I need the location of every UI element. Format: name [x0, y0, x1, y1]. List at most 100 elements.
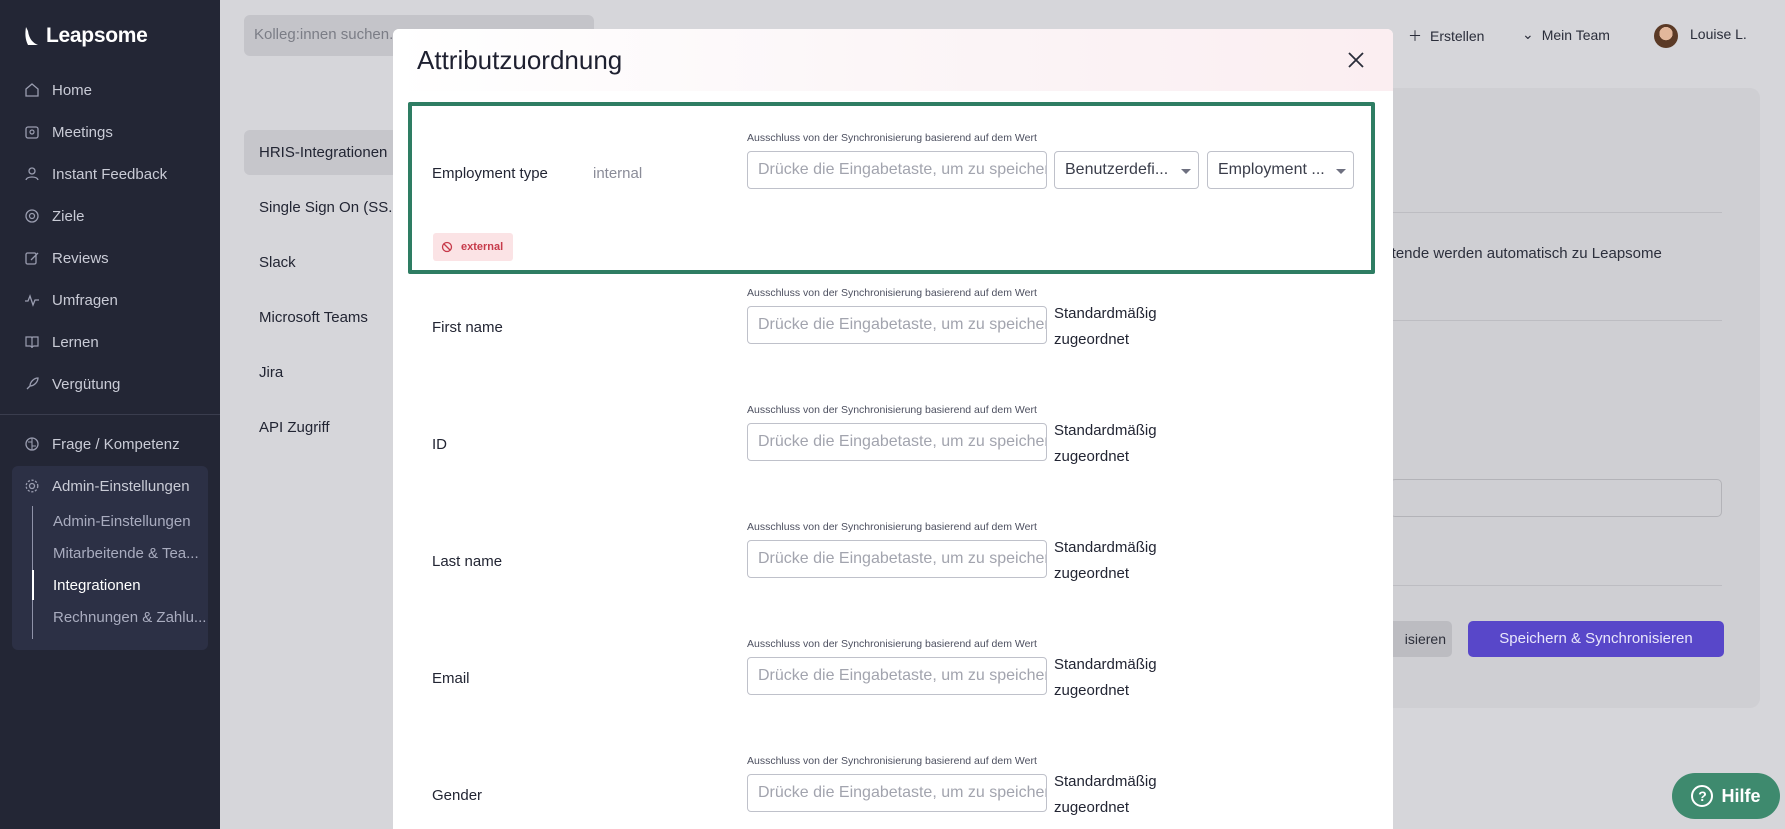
brain-icon — [25, 437, 39, 451]
submenu-active-indicator — [32, 570, 34, 600]
attribute-name: Email — [432, 670, 470, 687]
save-and-sync-button[interactable]: Speichern & Synchronisieren — [1468, 621, 1724, 657]
divider — [1390, 320, 1722, 321]
sidebar-item-home[interactable]: Home — [24, 78, 92, 102]
subnav-mitarbeitende-teams[interactable]: Mitarbeitende & Tea... — [53, 545, 207, 562]
default-mapped-text: Standardmäßig zugeordnet — [1054, 535, 1157, 587]
feedback-icon — [25, 167, 39, 181]
tab-api-zugriff[interactable]: API Zugriff — [259, 419, 330, 436]
gear-icon — [25, 479, 39, 493]
exclude-label: Ausschluss von der Synchronisierung basi… — [747, 756, 1037, 767]
select-value: Benutzerdefi... — [1065, 161, 1169, 178]
tab-single-sign-on[interactable]: Single Sign On (SS... — [259, 199, 401, 216]
sidebar-item-verguetung[interactable]: Vergütung — [24, 372, 120, 396]
exclude-value-input[interactable]: Drücke die Eingabetaste, um zu speichern — [747, 151, 1047, 189]
subnav-admin-einstellungen[interactable]: Admin-Einstellungen — [53, 513, 207, 530]
sidebar-item-label: Reviews — [52, 249, 109, 267]
sidebar: Leapsome Home Meetings Instant Feedback … — [0, 0, 220, 829]
default-mapped-text: Standardmäßig zugeordnet — [1054, 301, 1157, 353]
question-icon: ? — [1691, 785, 1714, 807]
default-mapped-line1: Standardmäßig — [1054, 539, 1157, 556]
sidebar-item-label: Vergütung — [52, 375, 121, 393]
exclude-value-input[interactable]: Drücke die Eingabetaste, um zu speichern — [747, 423, 1047, 461]
exclude-label: Ausschluss von der Synchronisierung basi… — [747, 288, 1037, 299]
sidebar-item-instant-feedback[interactable]: Instant Feedback — [24, 162, 167, 186]
sidebar-item-ziele[interactable]: Ziele — [24, 204, 85, 228]
tab-jira[interactable]: Jira — [259, 364, 283, 381]
caret-down-icon — [1336, 169, 1346, 174]
modal-header: Attributzuordnung — [393, 29, 1393, 91]
caret-down-icon — [1181, 169, 1191, 174]
sidebar-item-label: Umfragen — [52, 291, 118, 309]
leapsome-logo-icon — [25, 27, 38, 45]
sidebar-item-label: Lernen — [52, 333, 99, 351]
my-team-button[interactable]: ⌄ Mein Team — [1522, 26, 1610, 43]
attribute-mapping-modal: Attributzuordnung Employment type intern… — [393, 29, 1393, 829]
default-mapped-text: Standardmäßig zugeordnet — [1054, 769, 1157, 821]
sidebar-item-label: Ziele — [52, 207, 85, 225]
sidebar-item-umfragen[interactable]: Umfragen — [24, 288, 118, 312]
attribute-name: First name — [432, 319, 503, 336]
help-label: Hilfe — [1721, 785, 1761, 806]
sidebar-divider — [0, 414, 220, 415]
attribute-value: internal — [593, 165, 643, 182]
exclude-value-input[interactable]: Drücke die Eingabetaste, um zu speichern — [747, 657, 1047, 695]
my-team-label: Mein Team — [1541, 26, 1610, 43]
create-button[interactable]: ＋ Erstellen — [1408, 26, 1484, 46]
edit-icon — [25, 252, 39, 265]
create-label: Erstellen — [1430, 28, 1485, 44]
subnav-integrationen[interactable]: Integrationen — [53, 577, 207, 594]
attribute-name: Employment type — [432, 165, 548, 182]
default-mapped-line2: zugeordnet — [1054, 682, 1130, 699]
user-name[interactable]: Louise L. — [1690, 26, 1747, 42]
app-name: Leapsome — [46, 24, 148, 47]
sidebar-item-label: Frage / Kompetenz — [52, 435, 180, 453]
tab-slack[interactable]: Slack — [259, 254, 296, 271]
subnav-rechnungen-zahlungen[interactable]: Rechnungen & Zahlu... — [53, 609, 207, 626]
sidebar-item-meetings[interactable]: Meetings — [24, 120, 113, 144]
rocket-icon — [26, 377, 39, 390]
close-icon[interactable] — [1345, 49, 1367, 71]
sidebar-item-reviews[interactable]: Reviews — [24, 246, 109, 270]
attribute-name: Last name — [432, 553, 503, 570]
sidebar-item-label: Admin-Einstellungen — [52, 477, 190, 495]
default-mapped-line2: zugeordnet — [1054, 331, 1130, 348]
divider — [1390, 212, 1722, 213]
exclude-label: Ausschluss von der Synchronisierung basi… — [747, 522, 1037, 533]
pulse-icon — [25, 294, 39, 307]
home-icon — [25, 83, 39, 97]
sidebar-item-label: Meetings — [52, 123, 113, 141]
exclude-value-input[interactable]: Drücke die Eingabetaste, um zu speichern — [747, 540, 1047, 578]
default-mapped-line1: Standardmäßig — [1054, 422, 1157, 439]
sidebar-item-label: Home — [52, 81, 93, 99]
tab-microsoft-teams[interactable]: Microsoft Teams — [259, 309, 368, 326]
info-text: eitende werden automatisch zu Leapsome — [1380, 245, 1662, 262]
excluded-value-tag[interactable]: external — [433, 233, 513, 261]
chevron-down-icon: ⌄ — [1522, 26, 1534, 42]
exclude-value-input[interactable]: Drücke die Eingabetaste, um zu speichern — [747, 774, 1047, 812]
plus-icon: ＋ — [1408, 28, 1422, 44]
default-mapped-text: Standardmäßig zugeordnet — [1054, 652, 1157, 704]
exclude-label: Ausschluss von der Synchronisierung basi… — [747, 133, 1037, 144]
help-button[interactable]: ? Hilfe — [1672, 773, 1780, 819]
mapped-field-select[interactable]: Employment ... — [1207, 151, 1354, 189]
mapping-type-select[interactable]: Benutzerdefi... — [1054, 151, 1199, 189]
default-mapped-line1: Standardmäßig — [1054, 305, 1157, 322]
default-mapped-line2: zugeordnet — [1054, 799, 1130, 816]
exclude-label: Ausschluss von der Synchronisierung basi… — [747, 639, 1037, 650]
sidebar-item-lernen[interactable]: Lernen — [24, 330, 99, 354]
tab-hris-integrationen[interactable]: HRIS-Integrationen — [259, 144, 387, 161]
sidebar-item-label: Instant Feedback — [52, 165, 168, 183]
default-mapped-line2: zugeordnet — [1054, 565, 1130, 582]
sidebar-item-admin-einstellungen[interactable]: Admin-Einstellungen — [24, 474, 190, 498]
sidebar-item-frage-kompetenz[interactable]: Frage / Kompetenz — [24, 432, 180, 456]
book-icon — [25, 336, 39, 349]
avatar[interactable] — [1654, 24, 1678, 48]
default-mapped-text: Standardmäßig zugeordnet — [1054, 418, 1157, 470]
leapsome-logo[interactable]: Leapsome — [22, 24, 148, 48]
modal-title: Attributzuordnung — [417, 45, 623, 75]
background-input[interactable] — [1390, 479, 1722, 517]
attribute-name: ID — [432, 436, 447, 453]
meetings-icon — [25, 126, 39, 139]
exclude-value-input[interactable]: Drücke die Eingabetaste, um zu speichern — [747, 306, 1047, 344]
